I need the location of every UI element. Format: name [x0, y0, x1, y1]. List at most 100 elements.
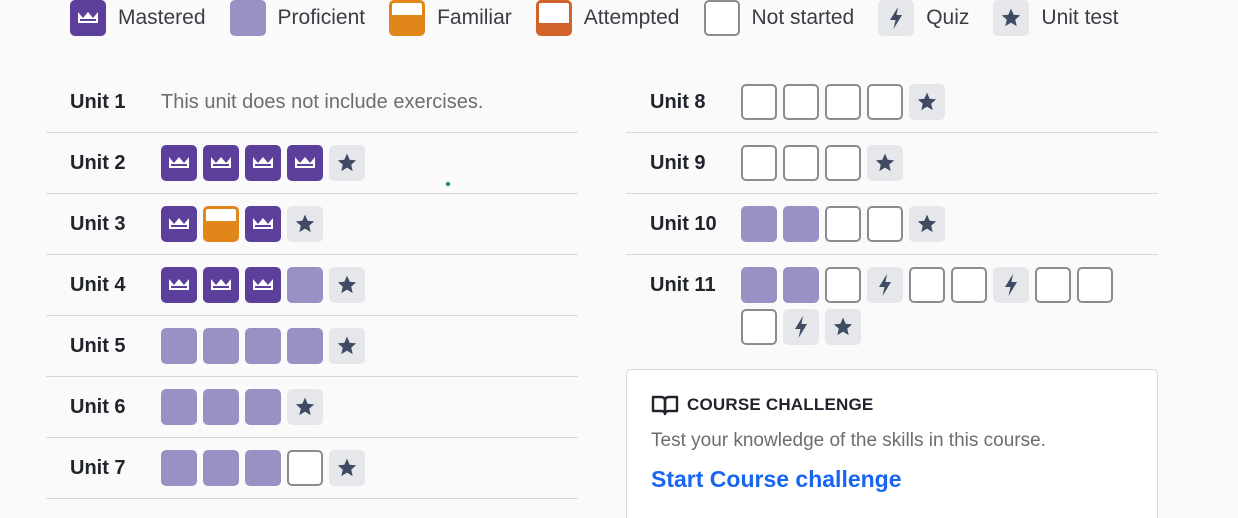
skill-square-notstarted[interactable] [741, 145, 777, 181]
legend-label: Quiz [926, 6, 970, 29]
unit-name[interactable]: Unit 7 [70, 450, 161, 486]
skill-square-proficient[interactable] [245, 450, 281, 486]
unit-test-square[interactable] [909, 84, 945, 120]
legend-item-unittest: Unit test [993, 0, 1118, 36]
unit-name[interactable]: Unit 10 [650, 206, 741, 242]
skill-square-proficient[interactable] [161, 328, 197, 364]
skill-square-mastered[interactable] [245, 206, 281, 242]
legend-swatch-familiar [389, 0, 426, 36]
unit-name[interactable]: Unit 2 [70, 145, 161, 181]
unit-name[interactable]: Unit 4 [70, 267, 161, 303]
skill-squares [161, 328, 541, 364]
skill-square-proficient[interactable] [203, 328, 239, 364]
skill-square-proficient[interactable] [161, 389, 197, 425]
skill-square-proficient[interactable] [287, 267, 323, 303]
legend-label: Unit test [1041, 6, 1119, 29]
skill-square-notstarted[interactable] [825, 267, 861, 303]
skill-square-notstarted[interactable] [867, 206, 903, 242]
units-column-right: Unit 8 Unit 9 Unit 10 Unit 11 [626, 72, 1158, 357]
skill-square-notstarted[interactable] [825, 145, 861, 181]
unit-test-square[interactable] [867, 145, 903, 181]
legend-label: Not started [751, 6, 855, 29]
legend-swatch-proficient [229, 0, 266, 36]
unit-row: Unit 1 This unit does not include exercis… [46, 72, 578, 133]
unit-test-square[interactable] [329, 267, 365, 303]
skill-square-proficient[interactable] [783, 206, 819, 242]
crown-icon [293, 155, 317, 171]
skill-square-notstarted[interactable] [287, 450, 323, 486]
skill-square-proficient[interactable] [203, 450, 239, 486]
skill-squares [161, 206, 541, 242]
unit-test-square[interactable] [287, 206, 323, 242]
start-course-challenge-link[interactable]: Start Course challenge [651, 466, 902, 493]
skill-square-proficient[interactable] [245, 389, 281, 425]
skill-squares [161, 450, 541, 486]
skill-square-notstarted[interactable] [783, 84, 819, 120]
course-challenge-title: COURSE CHALLENGE [687, 395, 874, 414]
skill-squares [161, 389, 541, 425]
legend-label: Familiar [437, 6, 512, 29]
unit-name[interactable]: Unit 3 [70, 206, 161, 242]
lightning-icon [887, 6, 905, 30]
skill-square-notstarted[interactable] [909, 267, 945, 303]
skill-square-notstarted[interactable] [825, 206, 861, 242]
skill-square-notstarted[interactable] [741, 84, 777, 120]
unit-name[interactable]: Unit 9 [650, 145, 741, 181]
skill-square-mastered[interactable] [161, 267, 197, 303]
unit-name[interactable]: Unit 5 [70, 328, 161, 364]
star-icon [336, 274, 358, 296]
skill-square-notstarted[interactable] [825, 84, 861, 120]
decorative-dot [446, 182, 450, 186]
unit-test-square[interactable] [329, 145, 365, 181]
skill-square-mastered[interactable] [203, 267, 239, 303]
skill-square-proficient[interactable] [287, 328, 323, 364]
quiz-square[interactable] [867, 267, 903, 303]
unit-note: This unit does not include exercises. [161, 91, 484, 113]
skill-square-notstarted[interactable] [867, 84, 903, 120]
skill-square-proficient[interactable] [783, 267, 819, 303]
legend-item-mastered: Mastered [70, 0, 206, 36]
course-challenge-heading: COURSE CHALLENGE [651, 394, 1133, 416]
star-icon [336, 152, 358, 174]
quiz-square[interactable] [993, 267, 1029, 303]
unit-test-square[interactable] [329, 328, 365, 364]
legend-item-proficient: Proficient [229, 0, 365, 36]
skill-square-proficient[interactable] [741, 267, 777, 303]
star-icon [336, 335, 358, 357]
skill-square-notstarted[interactable] [741, 309, 777, 345]
skill-square-notstarted[interactable] [951, 267, 987, 303]
quiz-square[interactable] [783, 309, 819, 345]
crown-icon [251, 155, 275, 171]
unit-test-square[interactable] [909, 206, 945, 242]
skill-square-notstarted[interactable] [1077, 267, 1113, 303]
star-icon [832, 316, 854, 338]
legend-item-notstarted: Not started [703, 0, 855, 36]
skill-square-mastered[interactable] [161, 206, 197, 242]
skill-square-mastered[interactable] [245, 267, 281, 303]
skill-square-notstarted[interactable] [1035, 267, 1071, 303]
skill-square-mastered[interactable] [245, 145, 281, 181]
skill-square-proficient[interactable] [245, 328, 281, 364]
unit-name[interactable]: Unit 1 [70, 84, 161, 120]
unit-name[interactable]: Unit 6 [70, 389, 161, 425]
skill-square-proficient[interactable] [203, 389, 239, 425]
unit-test-square[interactable] [825, 309, 861, 345]
skill-square-familiar[interactable] [203, 206, 239, 242]
unit-name[interactable]: Unit 11 [650, 267, 741, 303]
legend-swatch-unittest [993, 0, 1030, 36]
unit-row: Unit 10 [626, 194, 1158, 255]
unit-test-square[interactable] [329, 450, 365, 486]
unit-test-square[interactable] [287, 389, 323, 425]
unit-name[interactable]: Unit 8 [650, 84, 741, 120]
skill-square-notstarted[interactable] [783, 145, 819, 181]
legend-item-familiar: Familiar [389, 0, 512, 36]
crown-icon [167, 216, 191, 232]
star-icon [1000, 7, 1022, 29]
legend-swatch-quiz [878, 0, 915, 36]
skill-square-proficient[interactable] [161, 450, 197, 486]
skill-square-mastered[interactable] [203, 145, 239, 181]
skill-square-mastered[interactable] [287, 145, 323, 181]
skill-square-mastered[interactable] [161, 145, 197, 181]
skill-square-proficient[interactable] [741, 206, 777, 242]
legend-item-quiz: Quiz [878, 0, 969, 36]
